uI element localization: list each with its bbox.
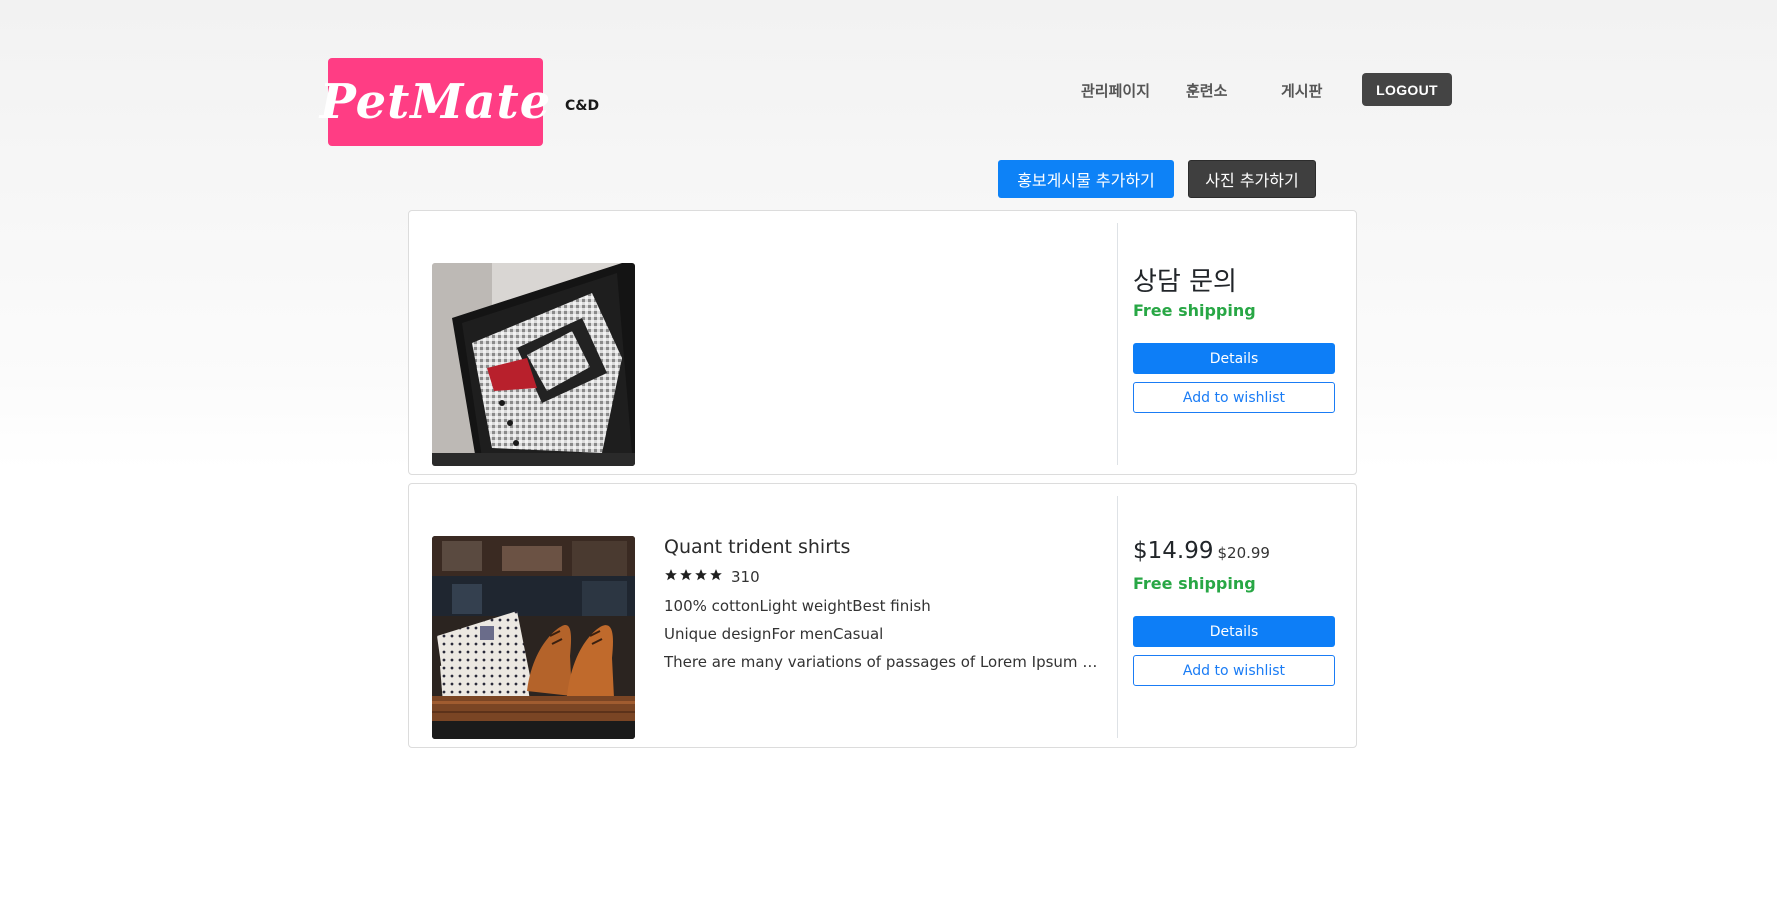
logout-button[interactable]: LOGOUT — [1362, 73, 1452, 106]
product-card: Quant trident shirts 310 100% cottonLigh… — [408, 483, 1357, 748]
nav-link-admin[interactable]: 관리페이지 — [1081, 80, 1150, 101]
add-photo-button[interactable]: 사진 추가하기 — [1188, 160, 1316, 198]
details-button[interactable]: Details — [1133, 343, 1335, 374]
card-divider — [1117, 223, 1118, 465]
inquiry-title: 상담 문의 — [1133, 267, 1237, 297]
product-price: $14.99 $20.99 — [1133, 538, 1270, 564]
free-shipping-label: Free shipping — [1133, 574, 1256, 593]
add-promo-post-button[interactable]: 홍보게시물 추가하기 — [998, 160, 1174, 198]
shirt-box-image — [432, 263, 635, 466]
shirts-shoes-image — [432, 536, 635, 739]
star-icon — [664, 568, 678, 586]
product-title[interactable]: Quant trident shirts — [664, 536, 850, 558]
nav-link-board[interactable]: 게시판 — [1281, 80, 1322, 101]
product-features-line1: 100% cottonLight weightBest finish — [664, 597, 931, 615]
nav-link-training[interactable]: 훈련소 — [1186, 80, 1227, 101]
old-price: $20.99 — [1217, 544, 1270, 562]
product-image-shirts-shoes[interactable] — [432, 536, 635, 739]
star-icon — [679, 568, 693, 586]
product-image-shirt-box[interactable] — [432, 263, 635, 466]
current-price: $14.99 — [1133, 538, 1214, 564]
product-card: 상담 문의 Free shipping Details Add to wishl… — [408, 210, 1357, 475]
add-to-wishlist-button[interactable]: Add to wishlist — [1133, 655, 1335, 686]
details-button[interactable]: Details — [1133, 616, 1335, 647]
review-count: 310 — [731, 568, 760, 586]
add-to-wishlist-button[interactable]: Add to wishlist — [1133, 382, 1335, 413]
logo[interactable]: PetMate — [320, 58, 550, 146]
product-rating: 310 — [664, 568, 760, 586]
brand-subtitle: C&D — [565, 98, 600, 114]
card-divider — [1117, 496, 1118, 738]
product-description: There are many variations of passages of… — [664, 653, 1098, 671]
star-icon — [709, 568, 723, 586]
product-features-line2: Unique designFor menCasual — [664, 625, 884, 643]
rating-stars — [664, 568, 723, 586]
logo-text: PetMate — [319, 74, 552, 130]
free-shipping-label: Free shipping — [1133, 301, 1256, 320]
star-icon — [694, 568, 708, 586]
